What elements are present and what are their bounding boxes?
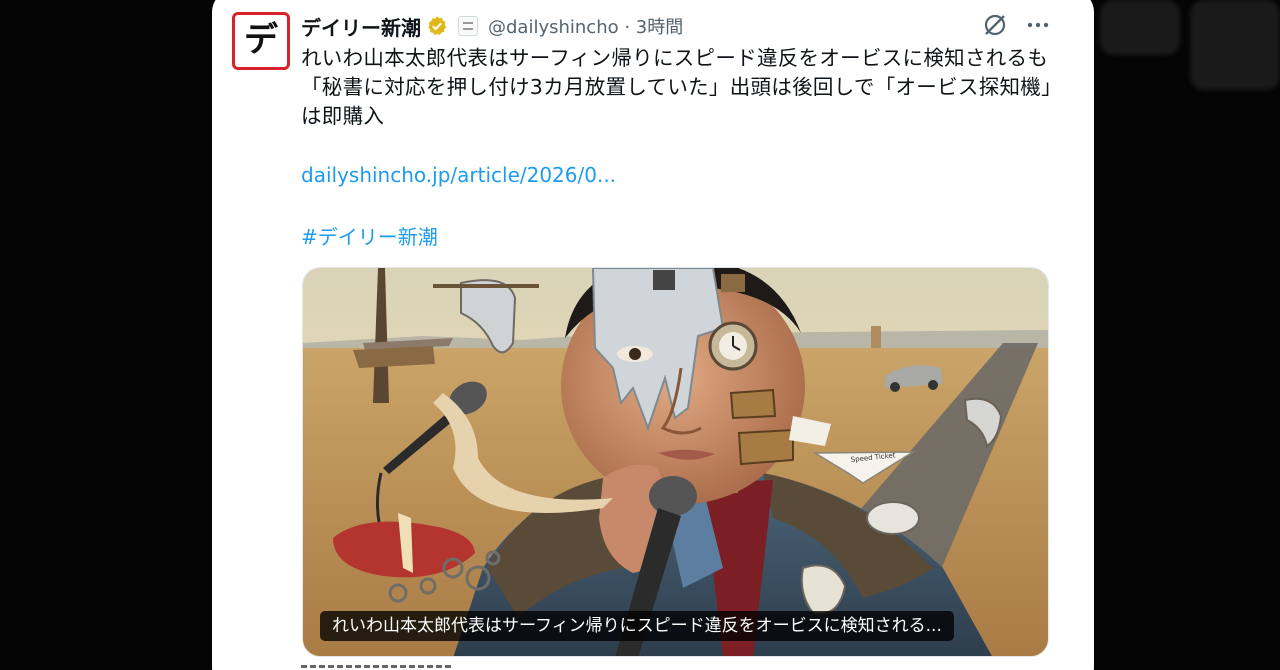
next-text-fragment: [301, 662, 461, 670]
media-caption: れいわ山本太郎代表はサーフィン帰りにスピード違反をオービスに検知される...: [320, 611, 954, 641]
article-link[interactable]: dailyshincho.jp/article/2026/0...: [301, 163, 616, 187]
affiliate-badge-icon[interactable]: [458, 16, 478, 36]
grok-icon[interactable]: [982, 12, 1008, 38]
background-tile: [1190, 0, 1280, 90]
avatar[interactable]: デ: [232, 12, 290, 70]
handle-and-time[interactable]: @dailyshincho · 3時間: [488, 13, 683, 39]
verified-badge-icon: [428, 16, 447, 36]
background-tile: [1100, 0, 1180, 55]
header-actions: [982, 12, 1050, 38]
author-name[interactable]: デイリー新潮: [301, 12, 421, 41]
surreal-illustration: Speed Ticket: [303, 268, 1048, 656]
avatar-glyph: デ: [244, 20, 278, 60]
media-image[interactable]: Speed Ticket: [302, 267, 1049, 657]
tweet-text: れいわ山本太郎代表はサーフィン帰りにスピード違反をオービスに検知されるも「秘書に…: [301, 46, 1052, 128]
hashtag-link[interactable]: #デイリー新潮: [301, 221, 438, 250]
more-icon[interactable]: [1026, 12, 1050, 38]
tweet-header: デイリー新潮 @dailyshincho · 3時間: [301, 12, 683, 40]
